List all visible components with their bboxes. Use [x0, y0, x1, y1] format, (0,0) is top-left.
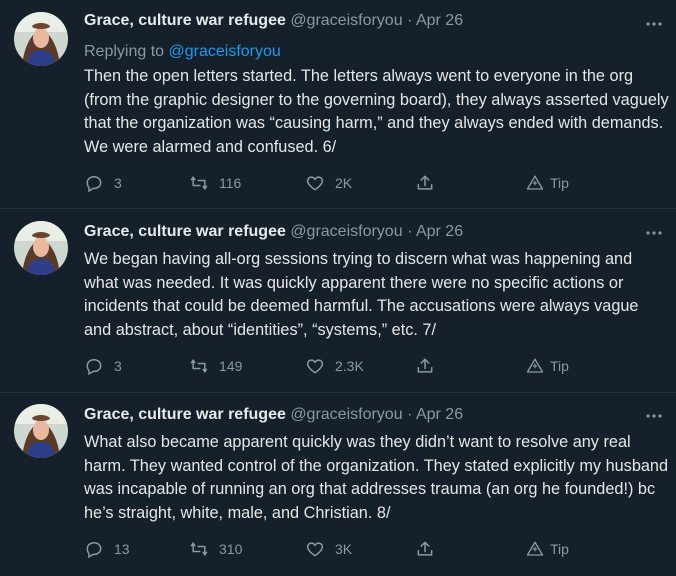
retweet-count: 310: [219, 541, 243, 557]
author-handle[interactable]: @graceisforyou: [290, 12, 402, 29]
reply-count: 3: [114, 358, 122, 374]
share-button[interactable]: [415, 537, 445, 561]
tweet-actions: 3 116 2K Tip: [84, 171, 674, 195]
tip-button[interactable]: Tip: [526, 171, 569, 195]
avatar[interactable]: [14, 12, 68, 66]
separator: ·: [407, 223, 413, 240]
like-icon: [306, 359, 324, 374]
tip-button[interactable]: Tip: [526, 537, 569, 561]
like-count: 2K: [335, 175, 353, 191]
like-count: 3K: [335, 541, 353, 557]
author-handle[interactable]: @graceisforyou: [290, 406, 402, 423]
divider: [0, 392, 676, 393]
tip-button[interactable]: Tip: [526, 354, 569, 378]
tweet-text: We began having all-org sessions trying …: [84, 250, 639, 339]
reply-icon: [86, 175, 102, 193]
reply-button[interactable]: 3: [84, 354, 122, 378]
reply-button[interactable]: 13: [84, 537, 130, 561]
more-icon[interactable]: [644, 225, 664, 241]
retweet-icon: [190, 176, 208, 190]
like-button[interactable]: 2.3K: [305, 354, 364, 378]
tweet-actions: 13 310 3K Tip: [84, 537, 674, 561]
share-icon: [417, 175, 433, 190]
retweet-icon: [190, 542, 208, 556]
replying-to-handle[interactable]: @graceisforyou: [169, 43, 281, 60]
like-icon: [306, 176, 324, 191]
share-button[interactable]: [415, 354, 445, 378]
like-count: 2.3K: [335, 358, 364, 374]
reply-icon: [86, 358, 102, 376]
replying-to-label: Replying to: [84, 43, 165, 60]
share-icon: [417, 358, 433, 373]
separator: ·: [407, 12, 413, 29]
retweet-count: 149: [219, 358, 243, 374]
tweet-date[interactable]: Apr 26: [416, 406, 463, 423]
author-handle[interactable]: @graceisforyou: [290, 223, 402, 240]
like-button[interactable]: 3K: [305, 537, 352, 561]
tip-icon: [526, 175, 544, 190]
retweet-button[interactable]: 310: [189, 537, 242, 561]
tip-label: Tip: [550, 175, 569, 191]
more-icon[interactable]: [644, 408, 664, 424]
reply-count: 3: [114, 175, 122, 191]
author-name[interactable]: Grace, culture war refugee: [84, 223, 286, 240]
tweet-text: What also became apparent quickly was th…: [84, 433, 669, 522]
tweet-header: Grace, culture war refugee @graceisforyo…: [84, 12, 463, 30]
like-icon: [306, 542, 324, 557]
tweet-date[interactable]: Apr 26: [416, 223, 463, 240]
reply-icon: [86, 541, 102, 559]
tip-icon: [526, 358, 544, 373]
tip-icon: [526, 541, 544, 556]
tip-label: Tip: [550, 541, 569, 557]
tweet-actions: 3 149 2.3K Tip: [84, 354, 674, 378]
retweet-button[interactable]: 116: [189, 171, 241, 195]
more-icon[interactable]: [644, 16, 664, 32]
tweet-header: Grace, culture war refugee @graceisforyo…: [84, 406, 463, 424]
tip-label: Tip: [550, 358, 569, 374]
reply-button[interactable]: 3: [84, 171, 122, 195]
retweet-icon: [190, 359, 208, 373]
retweet-count: 116: [219, 175, 242, 191]
reply-count: 13: [114, 541, 130, 557]
separator: ·: [407, 406, 413, 423]
tweet-date[interactable]: Apr 26: [416, 12, 463, 29]
divider: [0, 208, 676, 209]
author-name[interactable]: Grace, culture war refugee: [84, 12, 286, 29]
replying-to: Replying to @graceisforyou: [84, 43, 281, 61]
avatar[interactable]: [14, 404, 68, 458]
retweet-button[interactable]: 149: [189, 354, 242, 378]
like-button[interactable]: 2K: [305, 171, 352, 195]
avatar[interactable]: [14, 221, 68, 275]
tweet-header: Grace, culture war refugee @graceisforyo…: [84, 223, 463, 241]
share-button[interactable]: [415, 171, 445, 195]
share-icon: [417, 541, 433, 556]
author-name[interactable]: Grace, culture war refugee: [84, 406, 286, 423]
tweet-text: Then the open letters started. The lette…: [84, 67, 669, 156]
